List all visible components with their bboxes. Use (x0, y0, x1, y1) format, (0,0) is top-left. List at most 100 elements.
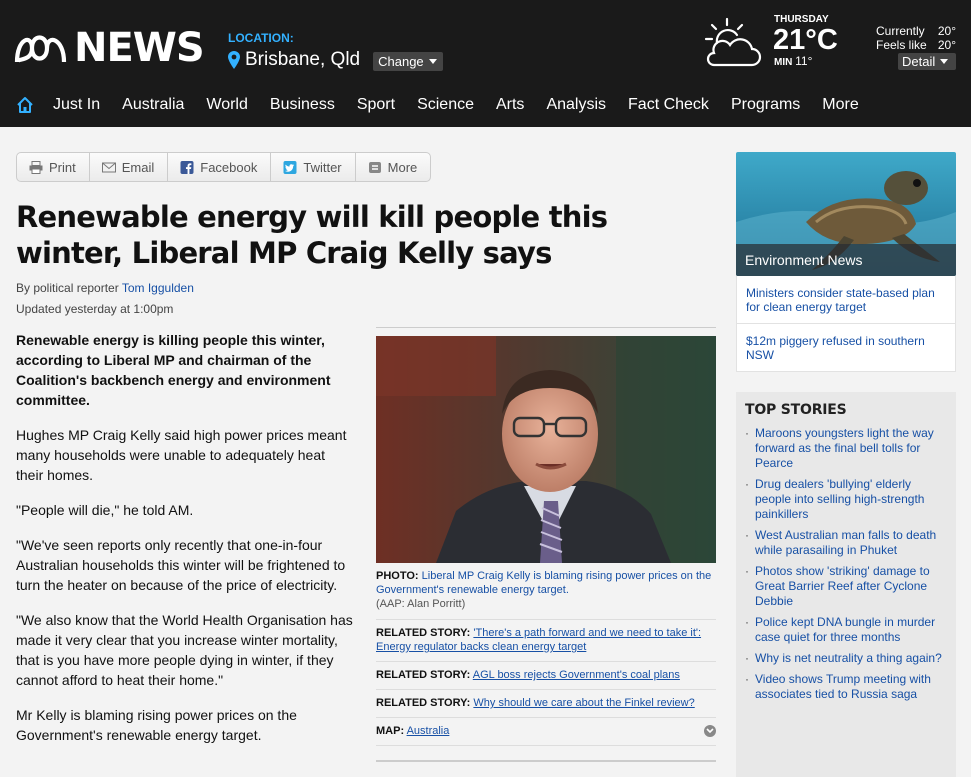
share-email-button[interactable]: Email (90, 153, 169, 181)
change-location-button[interactable]: Change (373, 52, 443, 71)
abc-logo-icon (14, 35, 67, 64)
share-twitter-button[interactable]: Twitter (271, 153, 356, 181)
byline: By political reporter Tom Iggulden (16, 281, 194, 295)
chevron-down-icon[interactable] (704, 725, 716, 737)
related-story-link[interactable]: AGL boss rejects Government's coal plans (473, 669, 680, 681)
bullet: · (745, 528, 749, 542)
currently-label: Currently (876, 24, 925, 38)
top-story-link[interactable]: Maroons youngsters light the way forward… (755, 426, 946, 471)
body-paragraph: Mr Kelly is blaming rising power prices … (16, 707, 297, 743)
share-toolbar: Print Email Facebook Twitter More (16, 152, 432, 182)
bullet: · (745, 564, 749, 578)
bullet: · (745, 651, 749, 665)
body-paragraph: "We also know that the World Health Orga… (16, 612, 353, 688)
related-story-link[interactable]: Why should we care about the Finkel revi… (473, 697, 694, 709)
lead-paragraph: Renewable energy is killing people this … (16, 332, 331, 408)
photo-caption-link[interactable]: Liberal MP Craig Kelly is blaming rising… (376, 570, 711, 596)
envelope-icon (101, 162, 116, 172)
map-info: MAP: Australia (376, 724, 449, 738)
nav-business[interactable]: Business (270, 96, 335, 114)
location-selector: Brisbane, Qld Change (228, 48, 443, 71)
related-story: RELATED STORY: 'There's a path forward a… (376, 620, 716, 662)
bullet: · (745, 477, 749, 491)
main-nav: Just In Australia World Business Sport S… (0, 90, 971, 120)
top-stories-title: TOP STORIES (745, 402, 847, 418)
bullet: · (745, 426, 749, 440)
top-story-link[interactable]: Video shows Trump meeting with associate… (755, 672, 946, 702)
top-stories: TOP STORIES · Maroons youngsters light th… (736, 392, 956, 777)
top-story-link[interactable]: West Australian man falls to death while… (755, 528, 946, 558)
updated-timestamp: Updated yesterday at 1:00pm (16, 302, 174, 316)
home-icon[interactable] (16, 96, 34, 114)
top-story-item[interactable]: · Why is net neutrality a thing again? (745, 651, 946, 666)
sidebar-link[interactable]: $12m piggery refused in southern NSW (737, 324, 955, 371)
top-story-link[interactable]: Police kept DNA bungle in murder case qu… (755, 615, 946, 645)
nav-arts[interactable]: Arts (496, 96, 524, 114)
nav-sport[interactable]: Sport (357, 96, 395, 114)
body-paragraph: "People will die," he told AM. (16, 502, 194, 518)
nav-world[interactable]: World (206, 96, 248, 114)
location-pin-icon (228, 50, 240, 69)
share-more-button[interactable]: More (356, 153, 431, 181)
top-story-item[interactable]: · Photos show 'striking' damage to Great … (745, 564, 946, 609)
current-city: Brisbane, Qld (245, 48, 361, 70)
twitter-icon (283, 160, 297, 174)
nav-australia[interactable]: Australia (122, 96, 184, 114)
top-story-link[interactable]: Drug dealers 'bullying' elderly people i… (755, 477, 946, 522)
location-label: LOCATION: (228, 31, 294, 45)
more-label: More (387, 159, 418, 175)
map-label: MAP: (376, 725, 405, 737)
nav-just-in[interactable]: Just In (53, 96, 100, 114)
byline-prefix: By political reporter (16, 281, 119, 295)
sidebar-link[interactable]: Ministers consider state-based plan for … (737, 276, 955, 324)
share-facebook-button[interactable]: Facebook (168, 153, 272, 181)
top-story-item[interactable]: · Police kept DNA bungle in murder case q… (745, 615, 946, 645)
share-more-icon (368, 161, 381, 173)
top-story-item[interactable]: · Drug dealers 'bullying' elderly people … (745, 477, 946, 522)
environment-news-promo[interactable]: Environment News (736, 152, 956, 276)
photo-craig-kelly-image (376, 336, 716, 563)
share-print-button[interactable]: Print (17, 153, 90, 181)
abc-news-logo[interactable]: NEWS (14, 25, 205, 71)
logo-wordmark: NEWS (74, 25, 205, 71)
photo-caption-label: PHOTO: (376, 570, 419, 582)
print-label: Print (49, 159, 76, 175)
nav-programs[interactable]: Programs (731, 96, 800, 114)
bullet: · (745, 672, 749, 686)
printer-icon (29, 160, 43, 174)
top-story-link[interactable]: Why is net neutrality a thing again? (755, 651, 942, 666)
map-row[interactable]: MAP: Australia (376, 718, 716, 746)
related-story-label: RELATED STORY: (376, 627, 471, 639)
top-story-item[interactable]: · West Australian man falls to death whil… (745, 528, 946, 558)
body-paragraph: Hughes MP Craig Kelly said high power pr… (16, 427, 347, 483)
body-paragraph: "We've seen reports only recently that o… (16, 537, 346, 593)
detail-label: Detail (902, 54, 936, 69)
nav-fact-check[interactable]: Fact Check (628, 96, 709, 114)
change-label: Change (378, 54, 424, 69)
nav-analysis[interactable]: Analysis (546, 96, 606, 114)
related-story-label: RELATED STORY: (376, 697, 471, 709)
author-link[interactable]: Tom Iggulden (122, 281, 194, 295)
top-story-item[interactable]: · Video shows Trump meeting with associat… (745, 672, 946, 702)
related-story-label: RELATED STORY: (376, 669, 471, 681)
bullet: · (745, 615, 749, 629)
top-story-link[interactable]: Photos show 'striking' damage to Great B… (755, 564, 946, 609)
nav-science[interactable]: Science (417, 96, 474, 114)
nav-more[interactable]: More (822, 96, 858, 114)
environment-links: Ministers consider state-based plan for … (736, 276, 956, 372)
photo-credit: (AAP: Alan Porritt) (376, 598, 466, 610)
map-link[interactable]: Australia (407, 725, 450, 737)
article-photo[interactable] (376, 336, 716, 563)
top-story-item[interactable]: · Maroons youngsters light the way forwar… (745, 426, 946, 471)
weather-detail-button[interactable]: Detail (898, 53, 956, 70)
feels-like-value: 20° (937, 38, 956, 52)
promo-label: Environment News (736, 244, 956, 276)
media-divider (376, 760, 716, 762)
min-value: 11° (795, 54, 813, 68)
feels-like-label: Feels like (876, 38, 927, 52)
photo-caption: PHOTO: Liberal MP Craig Kelly is blaming… (376, 563, 716, 620)
media-panel: PHOTO: Liberal MP Craig Kelly is blaming… (376, 327, 716, 746)
partly-cloudy-icon (704, 17, 762, 67)
weather-temperature: 21°C (773, 24, 838, 56)
caret-down-icon (428, 59, 437, 64)
